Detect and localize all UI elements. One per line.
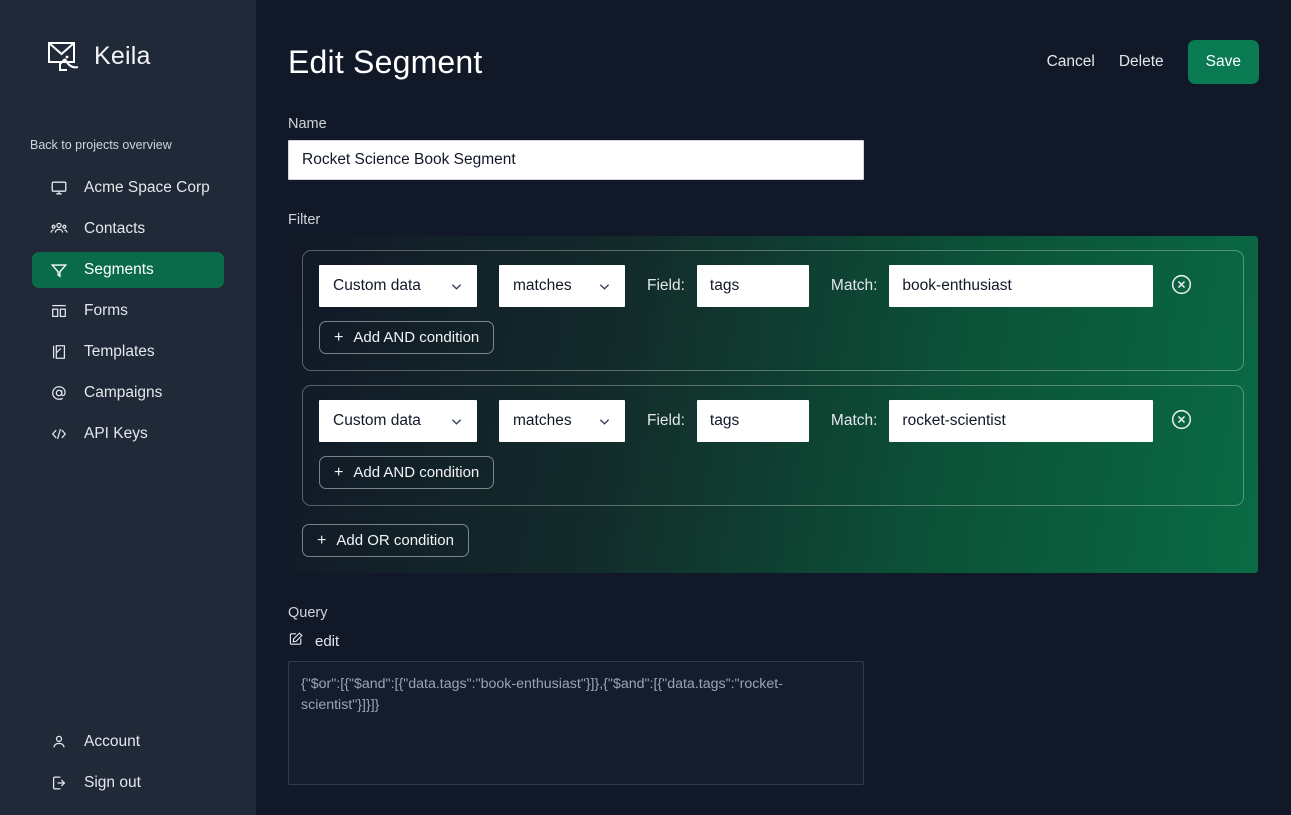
users-icon — [50, 220, 68, 238]
save-button[interactable]: Save — [1188, 40, 1259, 84]
filter-panel: Custom data matches — [288, 236, 1258, 573]
condition-type-value: Custom data — [333, 277, 421, 295]
plus-icon: + — [334, 330, 343, 346]
page-header: Edit Segment Cancel Delete Save — [256, 0, 1291, 84]
condition-operator-select[interactable]: matches — [499, 400, 625, 442]
condition-operator-value: matches — [513, 277, 572, 295]
filter-condition-row: Custom data matches — [319, 265, 1227, 307]
edit-query-label: edit — [315, 633, 339, 650]
header-actions: Cancel Delete Save — [1045, 40, 1259, 84]
at-sign-icon — [50, 384, 68, 402]
sidebar-item-acme-space-corp[interactable]: Acme Space Corp — [32, 170, 224, 206]
close-circle-icon — [1170, 408, 1193, 434]
brand: Keila — [0, 0, 256, 76]
condition-operator-select[interactable]: matches — [499, 265, 625, 307]
add-and-condition-button[interactable]: + Add AND condition — [319, 456, 494, 489]
code-brackets-icon — [50, 425, 68, 443]
match-label: Match: — [831, 412, 878, 430]
sidebar-item-label: Templates — [84, 343, 155, 361]
condition-operator-value: matches — [513, 412, 572, 430]
edit-pencil-icon — [288, 631, 304, 651]
sidebar-nav: Acme Space Corp Contacts — [0, 170, 256, 452]
sidebar-bottom-nav: Account Sign out — [0, 724, 256, 815]
brand-name: Keila — [94, 42, 151, 71]
sidebar: Keila Back to projects overview Acme Spa… — [0, 0, 256, 815]
chevron-down-icon — [432, 280, 463, 293]
sidebar-item-label: Acme Space Corp — [84, 179, 210, 197]
chevron-down-icon — [432, 415, 463, 428]
add-and-condition-label: Add AND condition — [353, 329, 479, 346]
template-page-icon — [50, 343, 68, 361]
add-or-condition-button[interactable]: + Add OR condition — [302, 524, 469, 557]
filter-condition-row: Custom data matches — [319, 400, 1227, 442]
monitor-icon — [50, 179, 68, 197]
segment-name-input[interactable] — [288, 140, 864, 180]
chevron-down-icon — [580, 415, 611, 428]
sidebar-item-campaigns[interactable]: Campaigns — [32, 375, 224, 411]
plus-icon: + — [334, 465, 343, 481]
condition-type-select[interactable]: Custom data — [319, 265, 477, 307]
condition-match-input[interactable] — [889, 265, 1153, 307]
sidebar-item-api-keys[interactable]: API Keys — [32, 416, 224, 452]
user-icon — [50, 733, 68, 751]
forms-icon — [50, 302, 68, 320]
sidebar-item-label: Sign out — [84, 774, 141, 792]
cancel-button[interactable]: Cancel — [1045, 49, 1097, 75]
sidebar-item-label: Contacts — [84, 220, 145, 238]
sidebar-item-label: API Keys — [84, 425, 148, 443]
sidebar-item-forms[interactable]: Forms — [32, 293, 224, 329]
delete-button[interactable]: Delete — [1117, 49, 1166, 75]
back-to-projects-link[interactable]: Back to projects overview — [0, 138, 256, 152]
filter-funnel-icon — [50, 261, 68, 279]
sidebar-item-label: Forms — [84, 302, 128, 320]
sidebar-item-label: Segments — [84, 261, 154, 279]
remove-condition-button[interactable] — [1169, 409, 1193, 433]
condition-type-value: Custom data — [333, 412, 421, 430]
sidebar-item-contacts[interactable]: Contacts — [32, 211, 224, 247]
sidebar-item-label: Campaigns — [84, 384, 162, 402]
add-or-condition-label: Add OR condition — [336, 532, 454, 549]
main-content: Edit Segment Cancel Delete Save Name Fil… — [256, 0, 1291, 815]
sidebar-item-sign-out[interactable]: Sign out — [32, 765, 224, 801]
query-label: Query — [288, 605, 1259, 621]
filter-or-group: Custom data matches — [302, 250, 1244, 371]
filter-or-group: Custom data matches — [302, 385, 1244, 506]
sidebar-item-templates[interactable]: Templates — [32, 334, 224, 370]
page-title: Edit Segment — [288, 44, 483, 81]
field-label: Field: — [647, 277, 685, 295]
logout-icon — [50, 774, 68, 792]
plus-icon: + — [317, 533, 326, 549]
field-label: Field: — [647, 412, 685, 430]
match-label: Match: — [831, 277, 878, 295]
condition-field-input[interactable] — [697, 265, 809, 307]
close-circle-icon — [1170, 273, 1193, 299]
remove-condition-button[interactable] — [1169, 274, 1193, 298]
chevron-down-icon — [580, 280, 611, 293]
name-label: Name — [288, 116, 1259, 132]
add-and-condition-button[interactable]: + Add AND condition — [319, 321, 494, 354]
sidebar-item-account[interactable]: Account — [32, 724, 224, 760]
add-and-condition-label: Add AND condition — [353, 464, 479, 481]
sidebar-item-label: Account — [84, 733, 140, 751]
sidebar-item-segments[interactable]: Segments — [32, 252, 224, 288]
condition-type-select[interactable]: Custom data — [319, 400, 477, 442]
filter-label: Filter — [288, 212, 1259, 228]
app-root: Keila Back to projects overview Acme Spa… — [0, 0, 1291, 815]
condition-match-input[interactable] — [889, 400, 1153, 442]
condition-field-input[interactable] — [697, 400, 809, 442]
envelope-pen-icon — [44, 36, 84, 76]
edit-query-link[interactable]: edit — [288, 631, 339, 651]
segment-form: Name Filter Custom data — [256, 116, 1291, 785]
query-textarea[interactable]: {"$or":[{"$and":[{"data.tags":"book-enth… — [288, 661, 864, 785]
